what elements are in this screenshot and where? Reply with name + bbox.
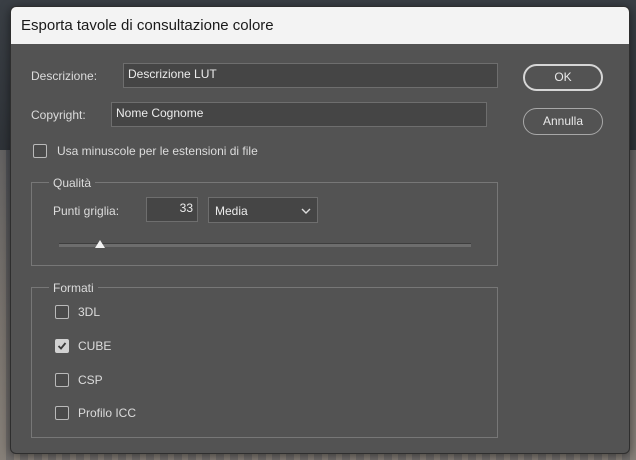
copyright-label: Copyright: xyxy=(31,108,86,122)
format-cube-label: CUBE xyxy=(78,339,112,353)
ok-button[interactable]: OK xyxy=(523,64,603,91)
format-3dl-label: 3DL xyxy=(78,305,101,319)
quality-group xyxy=(31,182,498,266)
cancel-button[interactable]: Annulla xyxy=(523,108,603,135)
grid-points-label: Punti griglia: xyxy=(53,204,120,218)
quality-group-title: Qualità xyxy=(49,176,96,190)
format-cube-checkbox[interactable] xyxy=(55,339,69,353)
format-3dl-checkbox[interactable] xyxy=(55,305,69,319)
description-input[interactable]: Descrizione LUT xyxy=(123,63,498,88)
format-csp-label: CSP xyxy=(78,373,103,387)
format-csp-checkbox[interactable] xyxy=(55,373,69,387)
format-icc-label: Profilo ICC xyxy=(78,406,137,420)
copyright-value: Nome Cognome xyxy=(116,106,204,120)
quality-slider-track[interactable] xyxy=(59,243,471,247)
lowercase-extensions-checkbox[interactable] xyxy=(33,144,47,158)
format-icc-checkbox[interactable] xyxy=(55,406,69,420)
grid-points-value: 33 xyxy=(179,201,193,215)
quality-slider-thumb[interactable] xyxy=(95,240,106,248)
grid-points-input[interactable]: 33 xyxy=(146,197,198,222)
description-value: Descrizione LUT xyxy=(128,67,217,81)
dialog-title: Esporta tavole di consultazione colore xyxy=(21,17,274,34)
chevron-down-icon xyxy=(301,205,311,219)
quality-preset-value: Media xyxy=(215,204,248,218)
lowercase-extensions-label: Usa minuscole per le estensioni di file xyxy=(57,144,258,158)
formats-group-title: Formati xyxy=(49,281,98,295)
quality-preset-select[interactable]: Media xyxy=(208,197,318,223)
copyright-input[interactable]: Nome Cognome xyxy=(111,102,487,127)
description-label: Descrizione: xyxy=(31,69,98,83)
title-bar[interactable]: Esporta tavole di consultazione colore xyxy=(11,7,629,44)
export-lut-dialog: Esporta tavole di consultazione colore D… xyxy=(10,6,630,454)
